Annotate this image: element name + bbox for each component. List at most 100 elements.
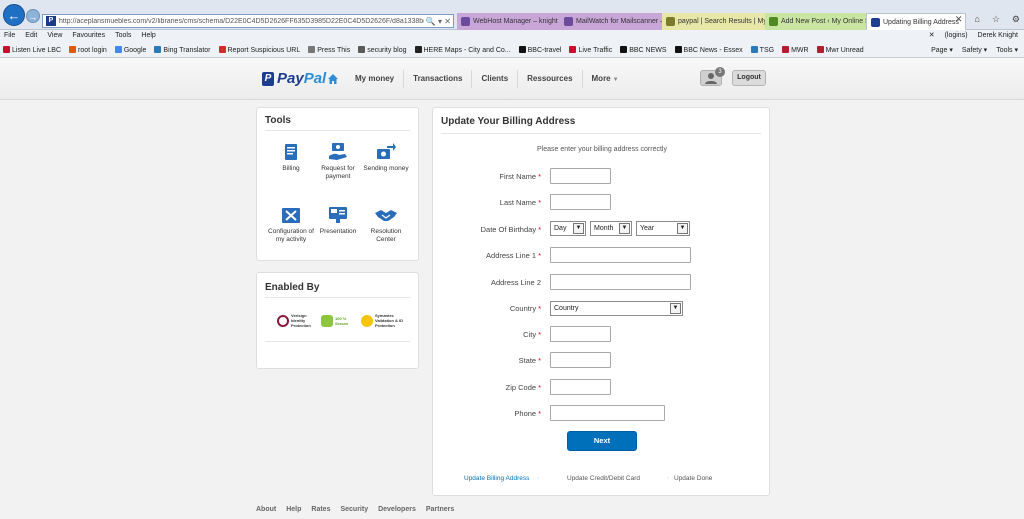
command-page-menu[interactable]: Page ▾ [931,46,953,54]
dob-month-select[interactable]: Month ▼ [590,221,632,236]
configuration-icon [282,208,300,223]
fav-item[interactable]: TSG [750,46,774,54]
billing-form-panel: Update Your Billing Address Please enter… [432,107,770,496]
address-url[interactable]: http://aceplansmuebles.com/v2/libraries/… [59,18,424,25]
tab-add-new-post[interactable]: Add New Post ‹ My Online S... [765,13,866,30]
footer-link-about[interactable]: About [256,506,276,513]
divider [265,341,410,342]
fav-icon [69,46,77,53]
footer-link-rates[interactable]: Rates [311,506,330,513]
dob-day-select[interactable]: Day ▼ [550,221,586,236]
zip-code-input[interactable] [550,379,611,395]
nav-my-money[interactable]: My money [346,70,403,88]
fav-item[interactable]: BBC-travel [518,46,561,54]
home-icon[interactable] [327,73,339,85]
back-button[interactable]: ← [3,4,25,26]
tab-mailwatch[interactable]: MailWatch for Mailscanner – ... [560,13,662,30]
fav-item[interactable]: root login [69,46,107,54]
step-update-billing-address[interactable]: Update Billing Address [464,475,529,482]
bbc-icon [674,46,682,53]
last-name-input[interactable] [550,194,611,210]
tool-request-payment[interactable]: Request for payment [312,142,364,181]
enabled-by-title: Enabled By [265,282,320,293]
footer-link-help[interactable]: Help [286,506,301,513]
menu-favourites[interactable]: Favourites [72,32,105,39]
phone-input[interactable] [550,405,665,421]
tab-webhost-manager[interactable]: WebHost Manager – knight [457,13,560,30]
fav-item[interactable]: Press This [308,46,350,54]
user-notifications-button[interactable]: 3 [700,67,725,86]
forward-button[interactable]: → [26,9,40,23]
dob-year-select[interactable]: Year ▼ [636,221,690,236]
menu-view[interactable]: View [47,32,62,39]
chevron-down-icon: ▼ [670,303,681,314]
fav-item[interactable]: Mwr Unread [816,46,864,54]
settings-gear-icon[interactable]: ⚙ [1012,14,1020,25]
favourites-star-icon[interactable]: ☆ [992,14,1000,25]
footer-link-partners[interactable]: Partners [426,506,454,513]
fav-item[interactable]: BBC NEWS [620,46,667,54]
fav-icon [750,46,758,53]
symantec-seal: Symantec Validation & ID Protection [361,313,403,328]
next-button[interactable]: Next [567,431,637,451]
phone-label: Phone * [514,409,541,418]
tab-updating-billing-address[interactable]: Updating Billing Address [866,13,966,30]
nav-clients[interactable]: Clients [471,70,517,88]
first-name-input[interactable] [550,168,611,184]
footer-link-developers[interactable]: Developers [378,506,416,513]
nav-ressources[interactable]: Ressources [517,70,581,88]
send-money-icon [377,143,396,159]
fav-item[interactable]: Listen Live LBC [3,46,61,54]
fav-icon [782,46,790,53]
fav-item[interactable]: HERE Maps - City and Co... [414,46,511,54]
divider [441,133,761,134]
fav-icon [308,46,316,53]
tab-favicon-icon [666,17,675,26]
fav-item[interactable]: Live Traffic [569,46,612,54]
nav-transactions[interactable]: Transactions [403,70,471,88]
fav-icon [569,46,577,53]
favourites-bar: Listen Live LBC root login Google Bing T… [0,42,1024,58]
tab-paypal-search[interactable]: paypal | Search Results | My ... [662,13,765,30]
tool-resolution-center[interactable]: Resolution Center [360,205,412,244]
address-bar-actions[interactable]: 🔍 ▾ ✕ [424,17,453,26]
step-separator-icon: · [667,475,670,482]
menu-edit[interactable]: Edit [25,32,37,39]
tool-sending-money[interactable]: Sending money [360,142,412,173]
state-input[interactable] [550,352,611,368]
address-line-1-label: Address Line 1 * [486,251,541,260]
fav-item[interactable]: MWR [782,46,809,54]
country-select[interactable]: Country ▼ [550,301,683,316]
tool-billing[interactable]: Billing [265,142,317,173]
close-x-icon[interactable]: ✕ [929,31,935,39]
last-name-label: Last Name * [499,198,541,207]
fav-item[interactable]: Google [114,46,146,54]
command-tools-menu[interactable]: Tools ▾ [996,46,1018,54]
tool-configuration[interactable]: Configuration of my activity [265,205,317,244]
user-name[interactable]: Derek Knight [978,32,1018,39]
footer-link-security[interactable]: Security [340,506,368,513]
menu-tools[interactable]: Tools [115,32,131,39]
logout-button[interactable]: Logout [732,70,766,86]
fav-item[interactable]: BBC News - Essex [674,46,743,54]
fav-icon [816,46,824,53]
chevron-down-icon: ▼ [677,223,688,234]
step-separator-icon: · [537,475,540,482]
address-bar[interactable]: P http://aceplansmuebles.com/v2/librarie… [42,14,454,28]
menu-file[interactable]: File [4,32,15,39]
command-safety-menu[interactable]: Safety ▾ [962,46,987,54]
tool-presentation[interactable]: Presentation [312,205,364,236]
address-line-1-input[interactable] [550,247,691,263]
city-input[interactable] [550,326,611,342]
close-tab-icon[interactable]: ✕ [955,14,963,25]
address-line-2-input[interactable] [550,274,691,290]
fav-item[interactable]: security blog [358,46,407,54]
home-icon[interactable]: ⌂ [974,14,979,25]
logins-button[interactable]: (logins) [945,32,968,39]
nav-more[interactable]: More ▼ [581,70,628,88]
fav-item[interactable]: Report Suspicious URL [218,46,300,54]
fav-item[interactable]: Bing Translator [154,46,211,54]
menu-help[interactable]: Help [141,32,155,39]
fav-icon [358,46,366,53]
paypal-logo[interactable]: P PayPal [262,70,326,87]
